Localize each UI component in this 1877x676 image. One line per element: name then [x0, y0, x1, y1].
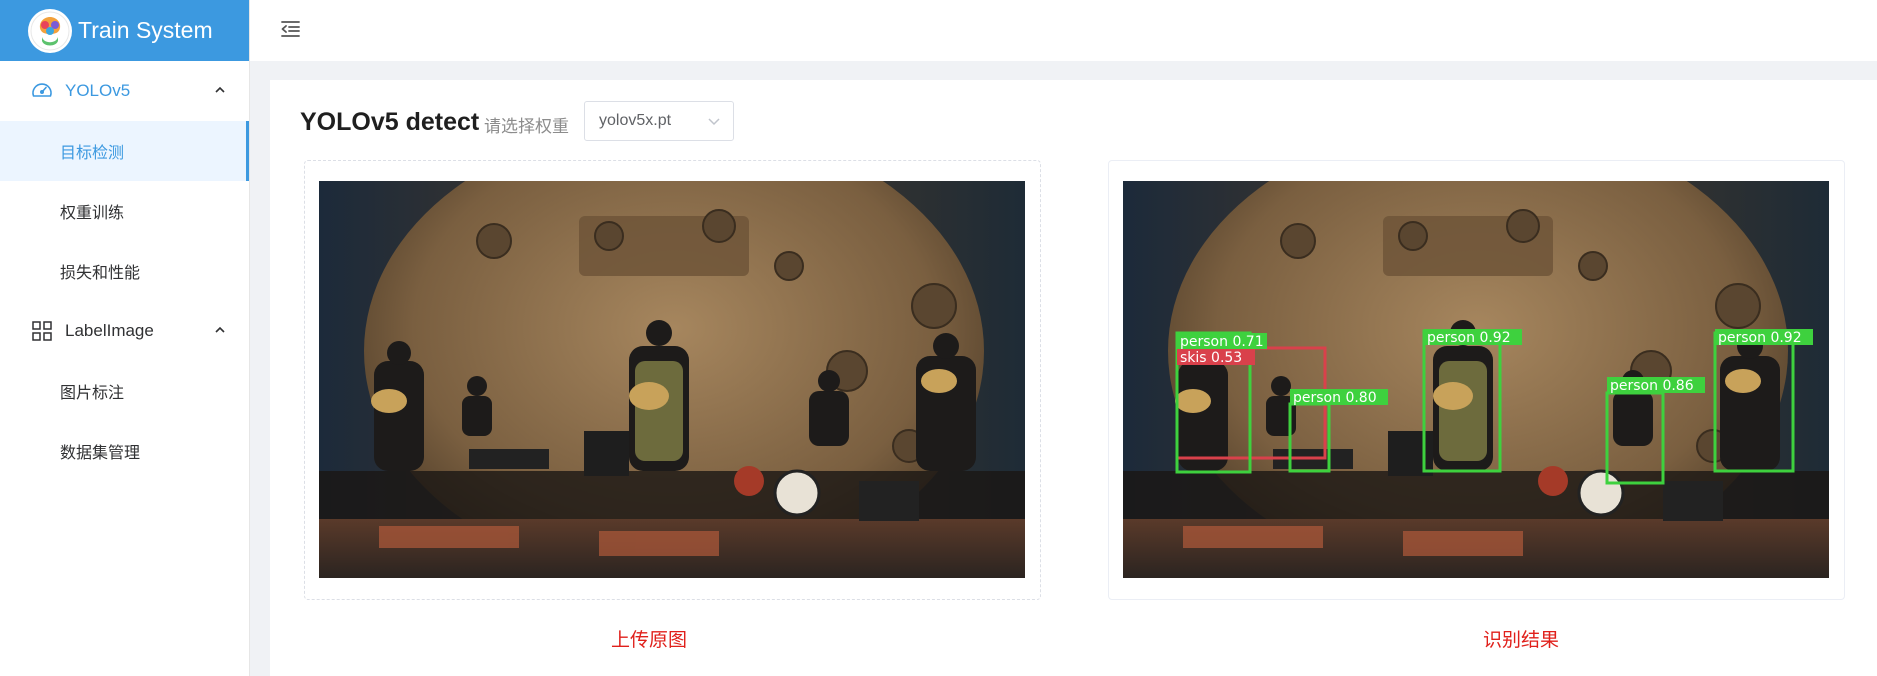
- app-logo: [28, 8, 72, 53]
- chevron-up-icon: [213, 83, 227, 102]
- sidebar-item-object-detection[interactable]: 目标检测: [0, 121, 249, 181]
- sidebar-item-dataset-management[interactable]: 数据集管理: [0, 421, 249, 481]
- weight-select-value: yolov5x.pt: [599, 112, 672, 129]
- page-title: YOLOv5 detect: [300, 108, 480, 136]
- app-title: Train System: [78, 17, 213, 43]
- result-caption: 识别结果: [1483, 630, 1560, 651]
- detection-label: person 0.92: [1718, 330, 1802, 346]
- menu-fold-icon[interactable]: [278, 17, 302, 41]
- chevron-down-icon: [707, 115, 721, 134]
- detection-label: person 0.86: [1610, 378, 1694, 394]
- upload-original-panel[interactable]: [304, 160, 1041, 600]
- detection-label: person 0.92: [1427, 330, 1511, 346]
- weight-select-label: 请选择权重: [484, 117, 569, 136]
- weight-select[interactable]: yolov5x.pt: [584, 101, 734, 141]
- original-image: [319, 181, 1025, 578]
- dashboard-icon: [30, 79, 54, 103]
- menu-group-labelimage[interactable]: LabelImage: [0, 301, 249, 361]
- detection-label: skis 0.53: [1180, 350, 1242, 366]
- sidebar: Train System YOLOv5 目标检测 权重训练 损失和性能 Labe…: [0, 0, 250, 676]
- detect-card: YOLOv5 detect 请选择权重 yolov5x.pt person 0.…: [270, 80, 1877, 676]
- chevron-up-icon: [213, 323, 227, 342]
- sidebar-item-image-annotation[interactable]: 图片标注: [0, 361, 249, 421]
- grid-icon: [30, 319, 54, 343]
- sidebar-item-loss-performance[interactable]: 损失和性能: [0, 241, 249, 301]
- sidebar-item-weight-training[interactable]: 权重训练: [0, 181, 249, 241]
- detection-label: person 0.80: [1293, 390, 1377, 406]
- menu-group-label: YOLOv5: [65, 81, 131, 100]
- detection-result-panel: person 0.71 skis 0.53 person 0.80 person…: [1108, 160, 1845, 600]
- detection-label: person 0.71: [1180, 334, 1264, 350]
- brand-header: Train System: [0, 0, 249, 61]
- top-bar: [250, 0, 1877, 61]
- menu-group-yolov5[interactable]: YOLOv5: [0, 61, 249, 121]
- result-image: person 0.71 skis 0.53 person 0.80 person…: [1123, 181, 1829, 578]
- original-caption: 上传原图: [611, 630, 688, 651]
- menu-group-label: LabelImage: [65, 321, 154, 340]
